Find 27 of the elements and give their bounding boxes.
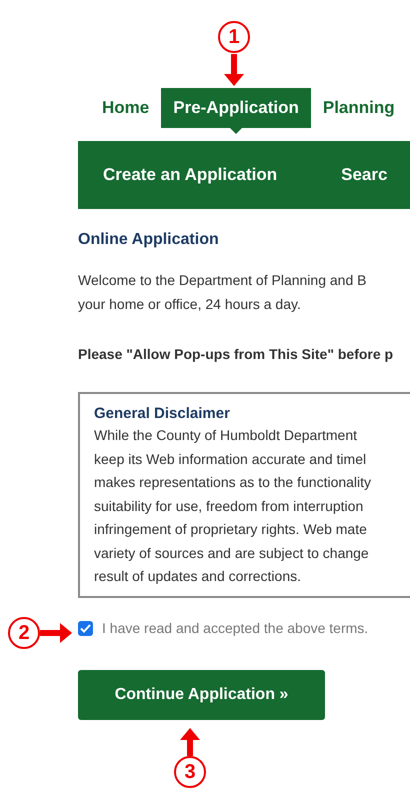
section-heading: Online Application <box>78 230 220 250</box>
disclaimer-text-line: suitability for use, freedom from interruption <box>94 496 364 516</box>
disclaimer-title: General Disclaimer <box>94 404 231 424</box>
nav-tab[interactable]: Home <box>90 88 162 128</box>
arrow-icon <box>180 728 200 756</box>
continue-application-button[interactable]: Continue Application » <box>78 670 325 720</box>
disclaimer-text-line: While the County of Humboldt Department <box>94 426 358 445</box>
intro-text-line: your home or office, 24 hours a day. <box>78 295 302 314</box>
arrow-icon <box>224 54 244 86</box>
nav-tab[interactable]: Planning <box>310 88 407 128</box>
popup-notice: Please "Allow Pop-ups from This Site" before p <box>78 345 394 364</box>
step-number: 3 <box>174 756 206 788</box>
disclaimer-text-line: infringement of proprietary rights. Web mate <box>94 520 368 539</box>
disclaimer-text-line: variety of sources and are subject to change <box>94 544 370 563</box>
sub-nav-link[interactable]: Searc <box>341 165 388 185</box>
step-number: 2 <box>8 617 40 649</box>
disclaimer-text-line: result of updates and corrections. <box>94 567 302 586</box>
arrow-icon <box>40 623 72 643</box>
terms-checkbox[interactable] <box>78 620 93 636</box>
tab-pointer-icon <box>230 128 242 134</box>
nav-tab[interactable]: Pre-Application <box>161 88 311 128</box>
sub-nav-link[interactable]: Create an Application <box>103 165 278 185</box>
disclaimer-text-line: keep its Web information accurate and timel <box>94 450 368 469</box>
step-number: 1 <box>218 21 250 53</box>
disclaimer-text-line: makes representations as to the functionality <box>94 473 372 492</box>
intro-text-line: Welcome to the Department of Planning and B <box>78 271 368 290</box>
terms-label: I have read and accepted the above terms. <box>102 620 368 636</box>
